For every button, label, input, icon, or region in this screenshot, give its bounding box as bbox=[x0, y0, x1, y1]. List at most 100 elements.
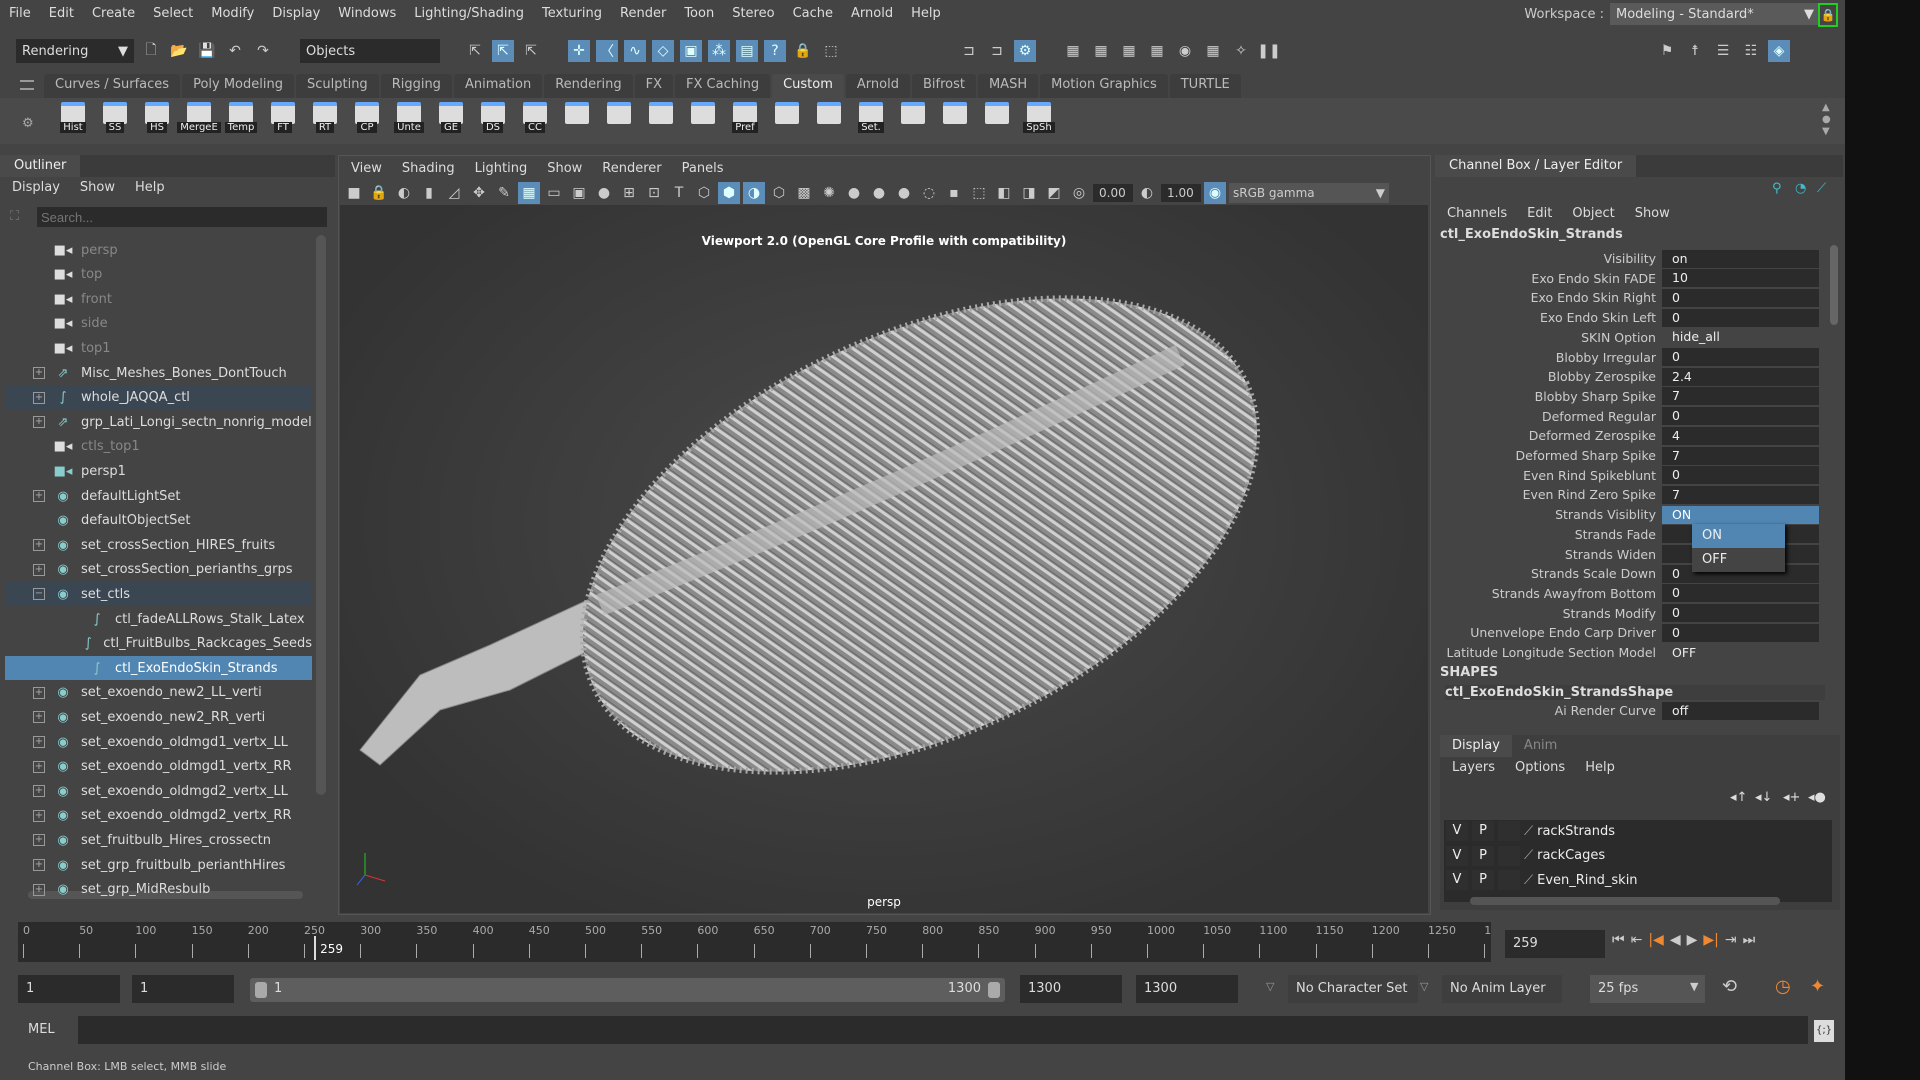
shelf-tab-custom[interactable]: Custom bbox=[772, 74, 844, 98]
motion-blur-icon[interactable]: ● bbox=[893, 182, 915, 204]
channel-row[interactable]: Deformed Zerospike 4 bbox=[1440, 426, 1825, 445]
move-layer-up-icon[interactable]: ◂↑ bbox=[1730, 790, 1747, 805]
expand-icon[interactable]: + bbox=[33, 686, 45, 699]
shelf-button[interactable] bbox=[811, 102, 847, 142]
channel-value-field[interactable]: hide_all bbox=[1662, 328, 1819, 346]
shelf-button-rt[interactable]: RT bbox=[307, 102, 343, 142]
shelf-tab-fx[interactable]: FX bbox=[634, 74, 674, 98]
channel-value-field[interactable]: 10 bbox=[1662, 269, 1819, 288]
channel-row[interactable]: Blobby Irregular 0 bbox=[1440, 348, 1825, 367]
range-slider[interactable]: 1 1300 bbox=[250, 978, 1005, 1002]
new-scene-icon[interactable]: 🗋 bbox=[140, 40, 162, 62]
arnold-render-icon[interactable]: ▦ bbox=[1202, 40, 1224, 62]
channel-row[interactable]: Blobby Zerospike 2.4 bbox=[1440, 367, 1825, 386]
menu-file[interactable]: File bbox=[0, 6, 40, 21]
textures-icon[interactable]: ▩ bbox=[793, 182, 815, 204]
outliner-item[interactable]: ∫ ctl_fadeALLRows_Stalk_Latex bbox=[5, 607, 312, 631]
menu-shading[interactable]: Shading bbox=[402, 161, 455, 176]
menu-lighting-shading[interactable]: Lighting/Shading bbox=[405, 6, 533, 21]
channel-row[interactable]: Exo Endo Skin FADE 10 bbox=[1440, 269, 1825, 288]
snap-plane-icon[interactable]: ◇ bbox=[652, 40, 674, 62]
shelf-scroll-icon[interactable]: ▲ ● ▼ bbox=[1822, 102, 1831, 138]
render-frame-icon[interactable]: ▦ bbox=[1062, 40, 1084, 62]
grid-icon[interactable]: ▦ bbox=[518, 182, 540, 204]
outliner-item[interactable]: + ◉ set_exoendo_oldmgd2_vertx_RR bbox=[5, 804, 312, 828]
outliner-item[interactable]: + ◉ set_exoendo_new2_LL_verti bbox=[5, 681, 312, 705]
menu-show[interactable]: Show bbox=[1635, 206, 1670, 221]
menu-edit[interactable]: Edit bbox=[40, 6, 83, 21]
menu-edit[interactable]: Edit bbox=[1527, 206, 1552, 221]
wireframe-on-shaded-icon[interactable]: ◑ bbox=[743, 182, 765, 204]
channel-value-field[interactable]: 7 bbox=[1662, 387, 1819, 406]
shelf-button[interactable] bbox=[685, 102, 721, 142]
go-to-start-icon[interactable]: ⏮ bbox=[1612, 932, 1625, 948]
outliner-item[interactable]: ◉ defaultObjectSet bbox=[5, 509, 312, 533]
channel-row[interactable]: Even Rind Spikeblunt 0 bbox=[1440, 466, 1825, 485]
gate-mask-icon[interactable]: ● bbox=[593, 182, 615, 204]
channel-row[interactable]: Strands Modify 0 bbox=[1440, 604, 1825, 623]
light-editor-icon[interactable]: ✧ bbox=[1230, 40, 1252, 62]
scene-end-field[interactable]: 1300 bbox=[1136, 975, 1238, 1003]
command-language[interactable]: MEL bbox=[28, 1022, 55, 1037]
channel-box-icon[interactable]: ◈ bbox=[1768, 40, 1790, 62]
menuset-dropdown[interactable]: Rendering ▼ bbox=[16, 39, 134, 63]
xray-icon[interactable]: ⬡ bbox=[768, 182, 790, 204]
menu-display[interactable]: Display bbox=[12, 180, 60, 195]
shelf-button[interactable] bbox=[937, 102, 973, 142]
script-editor-icon[interactable]: {;} bbox=[1814, 1020, 1834, 1042]
collapse-icon[interactable]: − bbox=[33, 588, 45, 601]
outliner-item[interactable]: + ◉ set_grp_fruitbulb_perianthHires bbox=[5, 853, 312, 877]
snap-curve-icon[interactable]: 〈 bbox=[596, 40, 618, 62]
command-input[interactable] bbox=[78, 1016, 1808, 1044]
channel-value-field[interactable]: 0 bbox=[1662, 348, 1819, 366]
outliner-item[interactable]: ■◂ ctls_top1 bbox=[5, 435, 312, 459]
dropdown-option-on[interactable]: ON bbox=[1692, 524, 1785, 548]
playback-start-field[interactable]: 1 bbox=[132, 975, 234, 1003]
channel-row[interactable]: Even Rind Zero Spike 7 bbox=[1440, 485, 1825, 504]
play-backward-icon[interactable]: ◀ bbox=[1670, 932, 1681, 948]
menu-create[interactable]: Create bbox=[83, 6, 144, 21]
camera-icon[interactable]: ■ bbox=[343, 182, 365, 204]
render-options-icon[interactable]: ▦ bbox=[1146, 40, 1168, 62]
layer-row[interactable]: V P ⟋ rackStrands bbox=[1446, 819, 1816, 843]
expand-icon[interactable]: + bbox=[33, 736, 45, 748]
shelf-tab-mash[interactable]: MASH bbox=[977, 74, 1039, 98]
outliner-item[interactable]: ■◂ side bbox=[5, 312, 312, 336]
outliner-item[interactable]: ■◂ top1 bbox=[5, 336, 312, 360]
menu-help[interactable]: Help bbox=[1585, 760, 1615, 775]
render-sequence-icon[interactable]: ▦ bbox=[1090, 40, 1112, 62]
channel-value-field[interactable]: 7 bbox=[1662, 446, 1819, 465]
layer-playback-toggle[interactable]: P bbox=[1472, 821, 1494, 841]
ipr-render-icon[interactable]: ▦ bbox=[1118, 40, 1140, 62]
layer-visibility-toggle[interactable]: V bbox=[1446, 845, 1468, 866]
channel-row[interactable]: Deformed Sharp Spike 7 bbox=[1440, 446, 1825, 465]
menu-texturing[interactable]: Texturing bbox=[533, 6, 611, 21]
workspace-dropdown[interactable]: Modeling - Standard* ▼ bbox=[1610, 3, 1820, 25]
xray-active-icon[interactable]: ◨ bbox=[1018, 182, 1040, 204]
safe-title-icon[interactable]: T bbox=[668, 182, 690, 204]
menu-help[interactable]: Help bbox=[902, 6, 950, 21]
color-space-dropdown[interactable]: sRGB gamma ▼ bbox=[1229, 183, 1389, 203]
character-set-dropdown[interactable]: No Character Set bbox=[1288, 975, 1418, 1003]
menu-modify[interactable]: Modify bbox=[202, 6, 263, 21]
menu-toon[interactable]: Toon bbox=[675, 6, 723, 21]
layer-display-type-toggle[interactable] bbox=[1498, 821, 1520, 841]
menu-stereo[interactable]: Stereo bbox=[723, 6, 783, 21]
shelf-tab-bifrost[interactable]: Bifrost bbox=[911, 74, 976, 98]
channel-value-field[interactable]: 2.4 bbox=[1662, 367, 1819, 386]
pause-icon[interactable]: ❚❚ bbox=[1257, 40, 1280, 62]
next-key-icon[interactable]: ▶| bbox=[1703, 932, 1718, 948]
help-icon[interactable]: ? bbox=[764, 40, 786, 62]
layer-playback-toggle[interactable]: P bbox=[1472, 845, 1494, 866]
isolate-select-icon[interactable]: ⬚ bbox=[968, 182, 990, 204]
layer-playback-toggle[interactable]: P bbox=[1472, 870, 1494, 890]
select-hierarchy-icon[interactable]: ⇱ bbox=[464, 40, 486, 62]
tab-anim[interactable]: Anim bbox=[1512, 735, 1569, 757]
current-frame-field[interactable]: 259 bbox=[1505, 930, 1605, 958]
loop-icon[interactable]: ⟲ bbox=[1722, 976, 1737, 997]
shelf-tab-fx-caching[interactable]: FX Caching bbox=[675, 74, 771, 98]
tool-settings-icon[interactable]: ☷ bbox=[1740, 40, 1762, 62]
xray-joints-icon[interactable]: ◧ bbox=[993, 182, 1015, 204]
outliner-item[interactable]: + ◉ set_exoendo_new2_RR_verti bbox=[5, 705, 312, 729]
outliner-item[interactable]: + ◉ defaultLightSet bbox=[5, 484, 312, 508]
